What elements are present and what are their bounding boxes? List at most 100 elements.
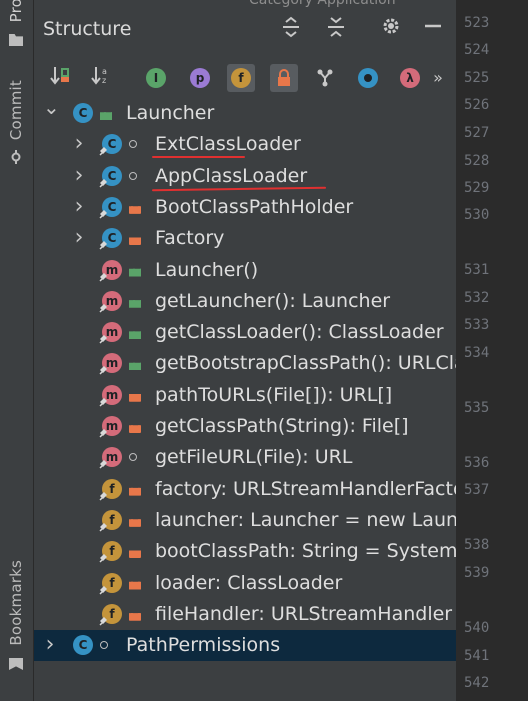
line-number: 525 [464,70,490,86]
commit-icon[interactable] [9,150,23,164]
chevron-right-icon[interactable]: › [43,634,57,656]
tree-item-label: ExtClassLoader [155,133,301,156]
tree-row[interactable]: f bootClassPath: String = System [34,536,456,567]
tree-item-label: launcher: Launcher = new Launc [155,508,456,531]
package-private-icon [100,641,108,650]
tree-row[interactable]: › C BootClassPathHolder [34,192,456,223]
public-unlock-icon [100,112,112,120]
structure-panel: Category Application Structure az I p f [34,0,456,701]
line-number: 535 [464,400,490,416]
line-number: 528 [464,153,490,169]
tree-row[interactable]: m getLauncher(): Launcher [34,286,456,317]
tree-row[interactable]: m pathToURLs(File[]): URL[] [34,380,456,411]
tree-row[interactable]: › C Factory [34,223,456,254]
svg-text:a: a [102,67,107,76]
red-underline-annotation [152,156,245,159]
tree-item-label: PathPermissions [126,634,281,657]
tree-row[interactable]: m getBootstrapClassPath(): URLCla [34,348,456,379]
collapse-all-icon[interactable] [324,16,348,44]
package-private-icon [129,453,137,462]
static-marker-icon [99,178,108,188]
tree-row[interactable]: m Launcher() [34,255,456,286]
tree-row[interactable]: m getClassLoader(): ClassLoader [34,317,456,348]
tree-item-label: Launcher [126,102,215,124]
line-number: 524 [464,42,490,58]
private-lock-icon [129,519,141,527]
private-lock-icon [129,581,141,590]
static-marker-icon [99,241,108,250]
tree-item-label: factory: URLStreamHandlerFacto [155,477,456,500]
static-marker-icon [99,272,108,282]
static-marker-icon [99,616,108,626]
tree-item-label: AppClassLoader [155,164,308,187]
tree-item-label: getBootstrapClassPath(): URLCla [155,352,456,375]
show-fields-icon[interactable]: f [227,64,255,92]
tree-row[interactable]: › C PathPermissions [34,630,456,662]
more-tools-icon[interactable]: » [428,64,448,92]
tree-item-label: loader: ClassLoader [155,571,343,594]
sort-by-visibility-icon[interactable] [46,64,74,92]
tree-item-label: getLauncher(): Launcher [155,289,391,312]
private-lock-icon [129,613,141,621]
tree-row[interactable]: m getClassPath(String): File[] [34,411,456,442]
chevron-right-icon[interactable]: › [72,164,86,186]
static-marker-icon [99,209,108,219]
static-marker-icon [99,366,108,375]
expand-all-icon[interactable] [279,16,303,44]
tree-item-label: getClassPath(String): File[] [155,415,409,437]
project-tab[interactable]: Pro [7,0,25,22]
bookmark-icon[interactable] [9,658,23,670]
line-number: 529 [464,180,490,196]
static-marker-icon [99,335,108,344]
svg-text:z: z [102,76,106,85]
public-unlock-icon [129,300,141,308]
public-unlock-icon [129,362,141,371]
structure-toolbar: az I p f λ » [34,60,456,96]
line-number: 539 [464,565,490,581]
tree-row[interactable]: f factory: URLStreamHandlerFacto [34,474,456,505]
show-non-public-icon[interactable] [270,64,298,92]
static-marker-icon [99,429,108,438]
tree-item-label: getFileURL(File): URL [155,446,353,469]
chevron-right-icon[interactable]: › [72,195,86,217]
package-private-icon [129,171,137,180]
static-marker-icon [99,522,108,532]
chevron-right-icon[interactable]: › [72,133,86,155]
tree-row[interactable]: ⌄ C Launcher [34,97,456,129]
lambdas-icon[interactable]: λ [396,64,424,92]
tree-row[interactable]: › C ExtClassLoader [34,129,456,160]
static-marker-icon [99,460,108,469]
tree-item-label: fileHandler: URLStreamHandler [155,602,453,625]
tree-row[interactable]: m getFileURL(File): URL [34,442,456,473]
private-lock-icon [129,237,141,246]
public-unlock-icon [129,268,141,277]
hierarchy-icon[interactable] [311,64,339,92]
gear-icon[interactable] [379,16,403,44]
anonymous-class-icon[interactable] [354,64,382,92]
tree-item-label: BootClassPathHolder [155,195,354,218]
sort-alphabetically-icon[interactable]: az [87,64,115,92]
chevron-right-icon[interactable]: › [72,227,86,249]
tree-row[interactable]: f fileHandler: URLStreamHandler [34,599,456,630]
line-number: 541 [464,648,490,664]
line-number: 533 [464,317,490,333]
panel-title-bar: Structure [34,0,456,60]
show-properties-icon[interactable]: p [186,64,214,92]
line-number: 537 [464,482,490,498]
line-number: 538 [464,537,490,553]
tree-row[interactable]: f loader: ClassLoader [34,568,456,599]
class-icon: C [73,635,93,656]
line-number: 542 [464,675,490,691]
private-lock-icon [129,206,141,214]
folder-icon[interactable] [9,34,23,46]
static-marker-icon [99,397,108,407]
panel-title: Structure [43,18,132,40]
bookmarks-tab[interactable]: Bookmarks [7,560,25,646]
tree-row[interactable]: f launcher: Launcher = new Launc [34,505,456,536]
chevron-down-icon[interactable]: ⌄ [43,97,60,117]
show-inherited-icon[interactable]: I [142,64,170,92]
tree-item-label: bootClassPath: String = System [155,540,456,563]
tree-row[interactable]: › C AppClassLoader [34,161,456,192]
minimize-icon[interactable] [421,16,445,44]
commit-tab[interactable]: Commit [7,80,25,140]
